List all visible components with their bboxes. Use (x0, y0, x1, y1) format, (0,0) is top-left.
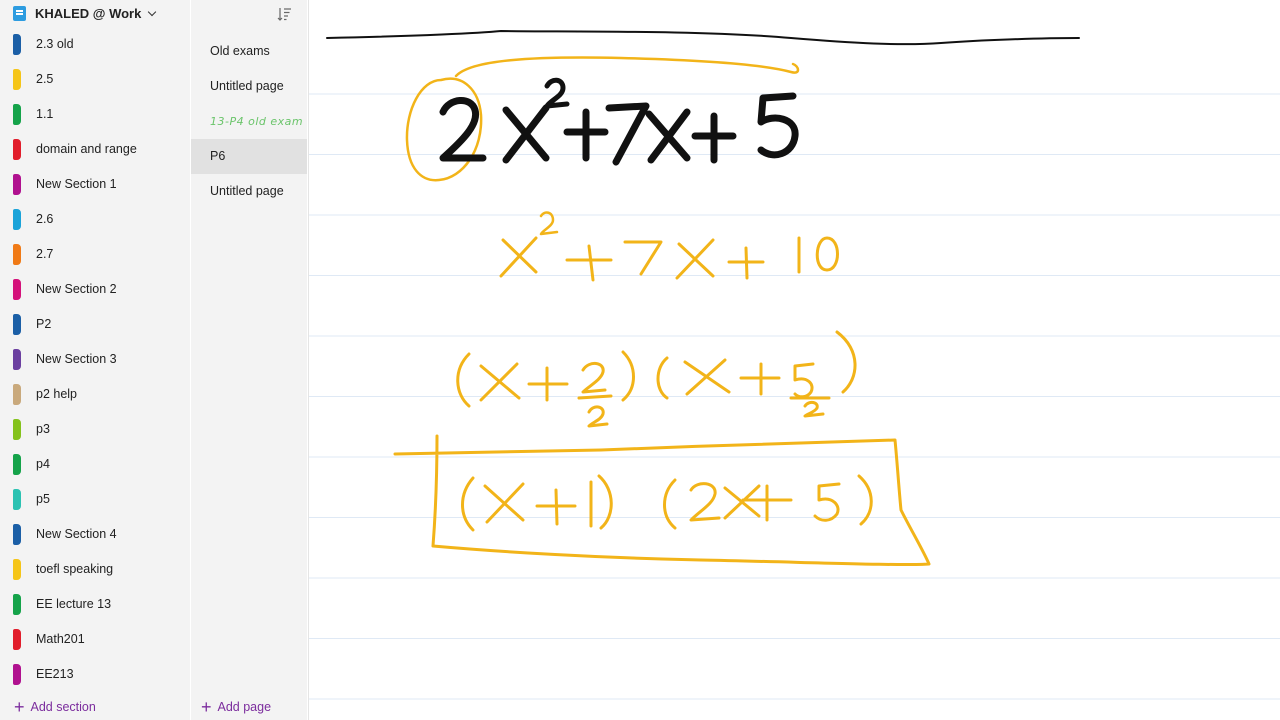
section-label: p2 help (36, 387, 78, 401)
page-item[interactable]: Untitled page (191, 174, 307, 209)
notebook-title[interactable]: KHALED @ Work (35, 6, 157, 21)
section-item[interactable]: p5 (0, 482, 190, 517)
section-label: 2.6 (36, 212, 54, 226)
ink-expression-black (439, 77, 799, 166)
section-color-tab-icon (13, 629, 21, 650)
page-item[interactable]: 13-P4 old exam (191, 104, 307, 139)
section-label: Math201 (36, 632, 85, 646)
section-label: 2.5 (36, 72, 54, 86)
sort-pages-icon[interactable] (276, 6, 292, 22)
section-item[interactable]: 1.1 (0, 97, 190, 132)
section-color-tab-icon (13, 209, 21, 230)
add-section-label: Add section (30, 700, 96, 714)
section-item[interactable]: P2 (0, 307, 190, 342)
section-color-tab-icon (13, 594, 21, 615)
section-label: p3 (36, 422, 50, 436)
section-item[interactable]: Math201 (0, 622, 190, 657)
section-color-tab-icon (13, 349, 21, 370)
section-color-tab-icon (13, 524, 21, 545)
page-item[interactable]: P6 (191, 139, 307, 174)
section-item[interactable]: EE213 (0, 657, 190, 692)
handwritten-ink (326, 30, 1080, 567)
section-label: 2.7 (36, 247, 54, 261)
notebook-title-text: KHALED @ Work (35, 6, 142, 21)
section-label: New Section 2 (36, 282, 117, 296)
section-label: domain and range (36, 142, 137, 156)
section-color-tab-icon (13, 384, 21, 405)
section-label: p4 (36, 457, 50, 471)
page-item[interactable]: Old exams (191, 34, 307, 69)
section-item[interactable]: 2.6 (0, 202, 190, 237)
section-color-tab-icon (13, 419, 21, 440)
section-item[interactable]: EE lecture 13 (0, 587, 190, 622)
section-item[interactable]: New Section 2 (0, 272, 190, 307)
plus-icon: + (201, 697, 212, 717)
add-section-button[interactable]: + Add section (14, 697, 96, 720)
note-canvas[interactable] (308, 0, 1280, 720)
section-color-tab-icon (13, 34, 21, 55)
section-color-tab-icon (13, 139, 21, 160)
section-label: New Section 3 (36, 352, 117, 366)
plus-icon: + (14, 697, 25, 717)
section-label: P2 (36, 317, 52, 331)
page-label: 13-P4 old exam (210, 115, 304, 128)
section-item[interactable]: New Section 3 (0, 342, 190, 377)
section-color-tab-icon (13, 314, 21, 335)
section-item[interactable]: domain and range (0, 132, 190, 167)
section-item[interactable]: New Section 1 (0, 167, 190, 202)
section-item[interactable]: p3 (0, 412, 190, 447)
ink-expression-line-3 (456, 330, 857, 428)
section-color-tab-icon (13, 244, 21, 265)
page-label: Untitled page (210, 79, 284, 93)
section-label: New Section 1 (36, 177, 117, 191)
section-list-pane: 2.3 old 2.5 1.1 domain and range New Section… (0, 0, 190, 720)
section-label: toefl speaking (36, 562, 114, 576)
section-color-tab-icon (13, 664, 21, 685)
ink-arc-annotation (454, 56, 800, 78)
chevron-down-icon[interactable] (148, 7, 157, 17)
section-label: p5 (36, 492, 50, 506)
add-page-label: Add page (217, 700, 272, 714)
section-label: EE213 (36, 667, 74, 681)
ink-separator-line (326, 30, 1080, 46)
section-color-tab-icon (13, 489, 21, 510)
section-item[interactable]: p2 help (0, 377, 190, 412)
section-label: EE lecture 13 (36, 597, 112, 611)
page-label: Untitled page (210, 184, 284, 198)
section-color-tab-icon (13, 174, 21, 195)
section-color-tab-icon (13, 69, 21, 90)
page-item[interactable]: Untitled page (191, 69, 307, 104)
add-page-button[interactable]: + Add page (201, 697, 272, 720)
page-label: Old exams (210, 44, 270, 58)
ink-expression-line-2 (499, 211, 839, 282)
section-color-tab-icon (13, 454, 21, 475)
onenote-notebook-icon (13, 6, 26, 21)
page-label: P6 (210, 149, 226, 163)
section-item[interactable]: New Section 4 (0, 517, 190, 552)
section-item[interactable]: toefl speaking (0, 552, 190, 587)
section-label: 2.3 old (36, 37, 74, 51)
section-item[interactable]: 2.5 (0, 62, 190, 97)
ink-boxed-answer (393, 434, 931, 567)
section-item[interactable]: 2.3 old (0, 27, 190, 62)
section-item[interactable]: 2.7 (0, 237, 190, 272)
section-label: New Section 4 (36, 527, 117, 541)
section-item[interactable]: p4 (0, 447, 190, 482)
section-color-tab-icon (13, 559, 21, 580)
section-label: 1.1 (36, 107, 54, 121)
section-color-tab-icon (13, 279, 21, 300)
section-color-tab-icon (13, 104, 21, 125)
notebook-switcher[interactable]: KHALED @ Work (0, 0, 190, 28)
